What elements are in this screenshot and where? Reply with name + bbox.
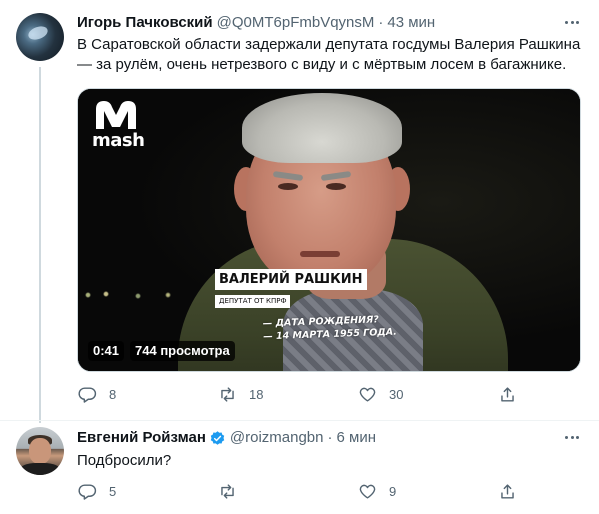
retweet-icon bbox=[221, 484, 234, 499]
tweet-header: Евгений Ройзман @roizmangbn · 6 мин bbox=[77, 428, 376, 448]
reply-button[interactable]: 5 bbox=[72, 482, 187, 501]
tweet-header: Игорь Пачковский @Q0MT6pFmbVqynsM · 43 м… bbox=[77, 13, 435, 33]
share-button[interactable] bbox=[492, 482, 532, 501]
like-icon bbox=[359, 484, 376, 499]
like-icon bbox=[359, 387, 376, 402]
share-button[interactable] bbox=[492, 385, 532, 404]
author-handle[interactable]: @roizmangbn bbox=[230, 428, 324, 448]
mash-logo-text: mash bbox=[92, 130, 145, 151]
tweet[interactable]: Игорь Пачковский @Q0MT6pFmbVqynsM · 43 м… bbox=[0, 0, 599, 423]
video-duration: 0:41 bbox=[88, 341, 125, 361]
like-count: 9 bbox=[389, 483, 397, 499]
like-button[interactable]: 30 bbox=[352, 385, 467, 404]
name-lower-third: ВАЛЕРИЙ РАШКИН ДЕПУТАТ ОТ КПРФ bbox=[215, 269, 367, 308]
share-icon bbox=[501, 484, 514, 499]
author-name[interactable]: Евгений Ройзман bbox=[77, 428, 206, 448]
retweet-button[interactable]: 18 bbox=[212, 385, 327, 404]
video-player[interactable]: mash ВАЛЕРИЙ РАШКИН ДЕПУТАТ ОТ КПРФ — ДА… bbox=[77, 88, 581, 372]
video-views: 744 просмотра bbox=[130, 341, 235, 361]
share-icon bbox=[501, 387, 514, 402]
tweet-text: Подбросили? bbox=[77, 452, 172, 469]
more-icon[interactable] bbox=[561, 427, 583, 447]
retweet-button[interactable] bbox=[212, 482, 327, 501]
retweet-icon bbox=[221, 387, 234, 402]
avatar[interactable] bbox=[16, 13, 64, 61]
tweet-actions: 5 9 bbox=[72, 482, 532, 501]
reply-button[interactable]: 8 bbox=[72, 385, 187, 404]
separator-dot: · bbox=[327, 429, 333, 446]
separator-dot: · bbox=[378, 14, 384, 31]
verified-badge-icon bbox=[210, 430, 225, 445]
timestamp[interactable]: 6 мин bbox=[337, 428, 377, 448]
mash-logo-icon: mash bbox=[92, 99, 145, 153]
author-handle[interactable]: @Q0MT6pFmbVqynsM bbox=[217, 13, 375, 33]
lower-third-name: ВАЛЕРИЙ РАШКИН bbox=[215, 269, 367, 290]
thread-connector-line bbox=[39, 67, 41, 423]
tweet-text: В Саратовской области задержали депутата… bbox=[77, 36, 581, 73]
timestamp[interactable]: 43 мин bbox=[387, 13, 435, 33]
like-count: 30 bbox=[389, 386, 404, 402]
reply-icon bbox=[78, 387, 97, 403]
tweet-actions: 8 18 30 bbox=[72, 385, 532, 404]
video-badges: 0:41 744 просмотра bbox=[88, 341, 235, 361]
more-icon[interactable] bbox=[561, 12, 583, 32]
reply-count: 8 bbox=[109, 386, 117, 402]
author-name[interactable]: Игорь Пачковский bbox=[77, 13, 213, 33]
lower-third-title: ДЕПУТАТ ОТ КПРФ bbox=[215, 295, 291, 308]
like-button[interactable]: 9 bbox=[352, 482, 467, 501]
video-caption: — ДАТА РОЖДЕНИЯ? — 14 МАРТА 1955 ГОДА. bbox=[263, 313, 397, 344]
reply-count: 5 bbox=[109, 483, 117, 499]
avatar[interactable] bbox=[16, 427, 64, 475]
reply-icon bbox=[78, 484, 97, 500]
retweet-count: 18 bbox=[249, 386, 264, 402]
